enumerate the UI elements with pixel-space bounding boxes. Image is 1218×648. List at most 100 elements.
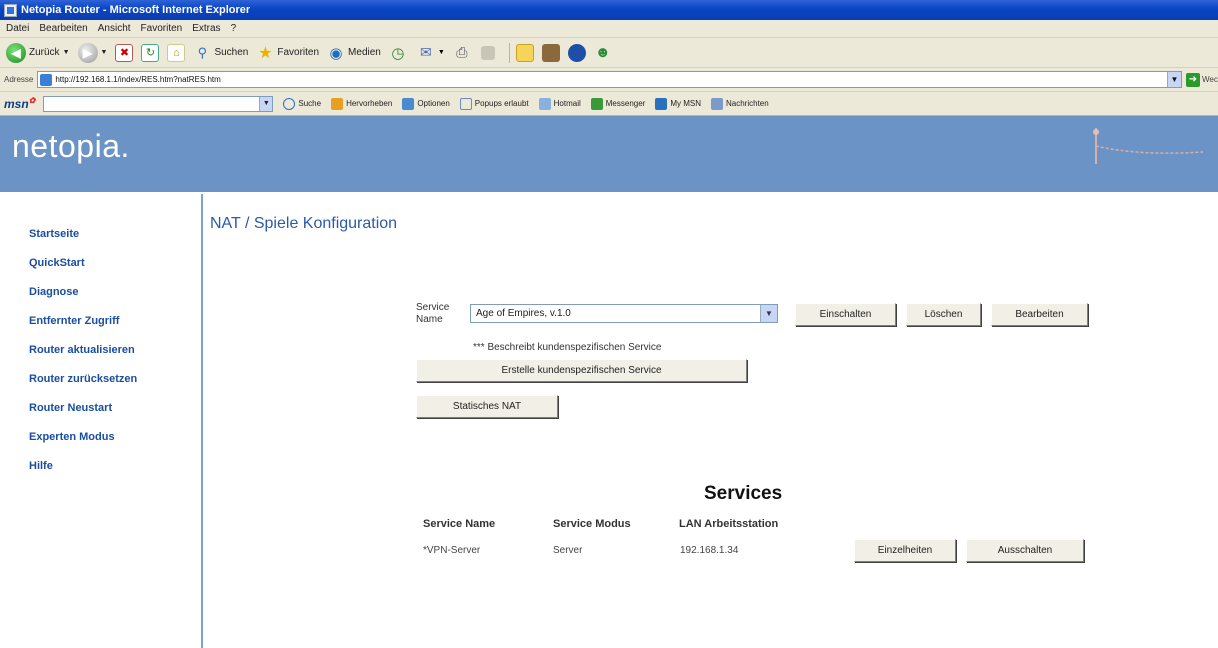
service-row-mode: Server	[553, 545, 583, 556]
service-row-name: *VPN-Server	[423, 545, 481, 556]
chevron-down-icon: ▼	[100, 49, 108, 56]
page-icon	[40, 73, 53, 86]
service-details-button[interactable]: Einzelheiten	[854, 539, 956, 562]
menu-extras[interactable]: Extras	[192, 23, 220, 34]
service-name-label: Service Name	[416, 302, 449, 326]
msn-news-button[interactable]: Nachrichten	[711, 97, 769, 110]
enable-service-button[interactable]: Einschalten	[795, 303, 896, 326]
go-button[interactable]: ➜ Wechseln zu	[1186, 72, 1218, 87]
delete-service-button[interactable]: Löschen	[906, 303, 981, 326]
edit-icon[interactable]	[480, 45, 495, 60]
sidebar-item-quickstart[interactable]: QuickStart	[29, 255, 201, 271]
services-heading: Services	[704, 483, 783, 504]
folder-icon[interactable]	[515, 43, 534, 62]
chevron-down-icon[interactable]: ▼	[760, 305, 777, 322]
service-selected-value: Age of Empires, v.1.0	[476, 308, 571, 319]
sidebar-item-remote-access[interactable]: Entfernter Zugriff	[29, 313, 201, 329]
msn-highlight-button[interactable]: Hervorheben	[331, 97, 393, 110]
back-label: Zurück	[29, 47, 60, 58]
column-header-lan-host: LAN Arbeitsstation	[679, 518, 779, 530]
home-icon[interactable]: ⌂	[167, 43, 186, 62]
window-titlebar: Netopia Router - Microsoft Internet Expl…	[0, 0, 1218, 20]
refresh-icon[interactable]: ↻	[141, 43, 160, 62]
address-bar: Adresse http://192.168.1.1/index/RES.htm…	[0, 68, 1218, 92]
msn-search-label: Suche	[298, 99, 322, 108]
service-label-line2: Name	[416, 314, 443, 325]
sidebar-item-router-update[interactable]: Router aktualisieren	[29, 342, 201, 358]
mail-icon[interactable]: ✉	[417, 44, 435, 62]
msn-search-input[interactable]: ▼	[43, 95, 274, 112]
sidebar-nav: Startseite QuickStart Diagnose Entfernte…	[0, 194, 201, 474]
menu-favoriten[interactable]: Favoriten	[141, 23, 183, 34]
antenna-logo-icon	[1093, 128, 1204, 164]
print-icon[interactable]: ⎙	[453, 44, 471, 62]
static-nat-button[interactable]: Statisches NAT	[416, 395, 558, 418]
page-title: NAT / Spiele Konfiguration	[210, 215, 398, 232]
edit-service-button[interactable]: Bearbeiten	[991, 303, 1088, 326]
service-disable-button[interactable]: Ausschalten	[966, 539, 1084, 562]
netopia-banner: netopia.	[0, 116, 1218, 194]
chevron-down-icon[interactable]: ▼	[259, 96, 273, 111]
star-icon: ★	[258, 44, 273, 62]
msn-logo[interactable]: msn✿	[4, 96, 35, 111]
sidebar-item-help[interactable]: Hilfe	[29, 458, 201, 474]
favorites-button[interactable]: ★ Favoriten	[256, 44, 319, 62]
msn-popups-button[interactable]: Popups erlaubt	[459, 97, 529, 110]
history-icon[interactable]: ◷	[389, 44, 407, 62]
media-icon: ◉	[329, 44, 343, 62]
service-row-host: 192.168.1.34	[680, 545, 739, 556]
forward-arrow-icon: ▶	[77, 42, 98, 63]
go-arrow-icon: ➜	[1186, 72, 1200, 87]
sidebar-item-expert-mode[interactable]: Experten Modus	[29, 429, 201, 445]
stop-icon[interactable]: ✖	[115, 43, 134, 62]
toolbar-separator	[508, 42, 510, 63]
messenger-icon	[590, 97, 603, 110]
msn-toolbar: msn✿ ▼ Suche Hervorheben Optionen Popups…	[0, 92, 1218, 116]
hotmail-icon	[538, 97, 551, 110]
msn-hotmail-button[interactable]: Hotmail	[538, 97, 581, 110]
service-name-select[interactable]: Age of Empires, v.1.0 ▼	[470, 304, 778, 323]
chevron-down-icon[interactable]: ▼	[1167, 72, 1181, 87]
sidebar-item-router-reset[interactable]: Router zurücksetzen	[29, 371, 201, 387]
menu-datei[interactable]: Datei	[6, 23, 29, 34]
sidebar-item-router-restart[interactable]: Router Neustart	[29, 400, 201, 416]
menu-bearbeiten[interactable]: Bearbeiten	[39, 23, 87, 34]
search-button[interactable]: ⚲ Suchen	[193, 44, 249, 62]
sidebar-item-diagnose[interactable]: Diagnose	[29, 284, 201, 300]
forward-button[interactable]: ▶ ▼	[77, 42, 108, 63]
popup-icon	[459, 97, 472, 110]
msn-mymsn-button[interactable]: My MSN	[655, 97, 701, 110]
menu-help[interactable]: ?	[231, 23, 237, 34]
menu-ansicht[interactable]: Ansicht	[98, 23, 131, 34]
msn-options-button[interactable]: Optionen	[402, 97, 450, 110]
messenger-icon[interactable]: ☻	[594, 44, 612, 62]
media-button[interactable]: ◉ Medien	[327, 44, 381, 62]
go-label: Wechseln zu	[1202, 75, 1218, 84]
msn-butterfly-icon: ✿	[28, 96, 36, 105]
address-label: Adresse	[4, 75, 34, 84]
ie-app-icon	[4, 3, 17, 17]
bluetooth-icon[interactable]	[567, 43, 586, 62]
chevron-down-icon[interactable]: ▼	[438, 49, 445, 56]
search-icon: ⚲	[197, 44, 208, 60]
search-icon	[283, 97, 296, 110]
window-title: Netopia Router - Microsoft Internet Expl…	[21, 4, 251, 16]
msn-logo-text: msn	[4, 97, 29, 111]
msn-news-label: Nachrichten	[726, 99, 769, 108]
msn-messenger-button[interactable]: Messenger	[590, 97, 645, 110]
create-custom-service-button[interactable]: Erstelle kundenspezifischen Service	[416, 359, 747, 382]
research-icon[interactable]	[541, 43, 560, 62]
netopia-logo: netopia.	[12, 128, 130, 164]
msn-highlight-label: Hervorheben	[346, 99, 393, 108]
sidebar-item-startseite[interactable]: Startseite	[29, 226, 201, 242]
search-label: Suchen	[214, 47, 249, 58]
menu-bar: Datei Bearbeiten Ansicht Favoriten Extra…	[0, 20, 1218, 38]
msn-search-button[interactable]: Suche	[283, 97, 322, 110]
address-input[interactable]: http://192.168.1.1/index/RES.htm?natRES.…	[37, 71, 1182, 88]
back-button[interactable]: ◀ Zurück ▼	[6, 42, 70, 63]
custom-service-note: *** Beschreibt kundenspezifischen Servic…	[473, 342, 662, 353]
options-icon	[402, 97, 415, 110]
column-header-service-mode: Service Modus	[553, 518, 631, 530]
back-arrow-icon: ◀	[6, 42, 26, 63]
column-header-service-name: Service Name	[423, 518, 496, 530]
